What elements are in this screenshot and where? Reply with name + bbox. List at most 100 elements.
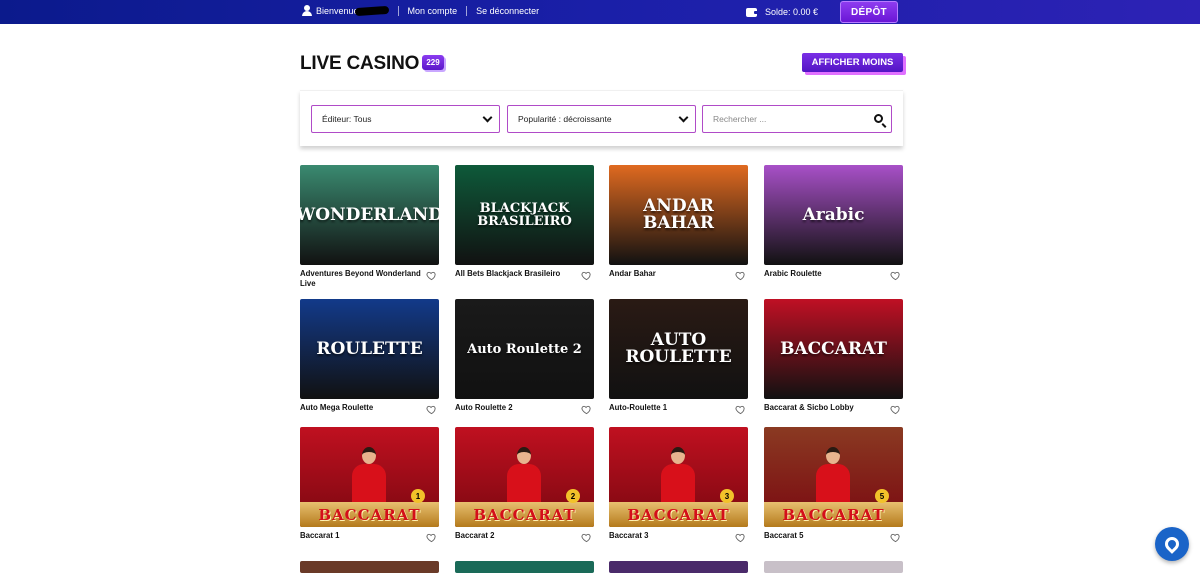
game-art-text: BLACKJACK BRASILEIRO [477, 201, 572, 229]
game-title[interactable]: Baccarat 5 [764, 531, 886, 541]
filter-panel: Éditeur: Tous Popularité : décroissante … [300, 90, 903, 146]
redacted-username [354, 5, 389, 16]
game-title[interactable]: Baccarat 2 [455, 531, 577, 541]
game-card[interactable]: Auto Roulette 2 Auto Roulette 2 [455, 299, 594, 415]
game-thumbnail[interactable]: BACCARAT 5 [764, 427, 903, 527]
game-art-text: BACCARAT [780, 338, 887, 359]
favorite-heart-icon[interactable] [426, 268, 437, 281]
editor-select[interactable]: Éditeur: Tous [311, 105, 500, 133]
game-card[interactable]: WONDERLAND Adventures Beyond Wonderland L… [300, 165, 439, 289]
favorite-heart-icon[interactable] [735, 268, 746, 281]
favorite-heart-icon[interactable] [581, 402, 592, 415]
dealer-illustration [507, 447, 541, 505]
game-card[interactable]: BACCARAT 1 Baccarat 1 [300, 427, 439, 543]
divider [466, 5, 468, 16]
game-art-text: BACCARAT [782, 505, 885, 524]
game-title[interactable]: Auto-Roulette 1 [609, 403, 731, 413]
game-card-partial[interactable] [609, 561, 748, 573]
game-thumbnail[interactable]: BLACKJACK BRASILEIRO [455, 165, 594, 265]
search-input[interactable]: Rechercher ... [702, 105, 892, 133]
game-thumbnail[interactable] [455, 561, 594, 573]
game-card[interactable]: AUTO ROULETTE Auto-Roulette 1 [609, 299, 748, 415]
game-art-text: ANDAR BAHAR [643, 196, 714, 233]
game-card-partial[interactable] [455, 561, 594, 573]
baccarat-banner: BACCARAT [300, 502, 439, 527]
game-card[interactable]: Arabic Arabic Roulette [764, 165, 903, 281]
game-card-partial[interactable] [764, 561, 903, 573]
search-placeholder: Rechercher ... [713, 114, 767, 124]
favorite-heart-icon[interactable] [890, 268, 901, 281]
greeting-text: Bienvenue [316, 5, 359, 16]
favorite-heart-icon[interactable] [890, 402, 901, 415]
editor-select-value: Éditeur: Tous [322, 114, 372, 124]
show-less-button[interactable]: AFFICHER MOINS [802, 53, 903, 72]
sort-select-value: Popularité : décroissante [518, 114, 612, 124]
game-title[interactable]: Auto Roulette 2 [455, 403, 577, 413]
chevron-down-icon [482, 112, 493, 123]
game-art-text: Arabic [802, 204, 865, 225]
game-title[interactable]: Baccarat 1 [300, 531, 422, 541]
game-thumbnail[interactable]: Arabic [764, 165, 903, 265]
account-link[interactable]: Mon compte [408, 6, 458, 16]
wallet-icon [745, 7, 758, 17]
game-card[interactable]: BLACKJACK BRASILEIRO All Bets Blackjack B… [455, 165, 594, 281]
game-card[interactable]: ROULETTE Auto Mega Roulette [300, 299, 439, 415]
chat-support-button[interactable] [1155, 527, 1189, 561]
logout-link[interactable]: Se déconnecter [476, 6, 539, 16]
favorite-heart-icon[interactable] [426, 530, 437, 543]
game-count-badge: 229 [422, 55, 444, 70]
balance-text: Solde: 0.00 € [764, 7, 818, 17]
favorite-heart-icon[interactable] [581, 268, 592, 281]
game-thumbnail[interactable] [300, 561, 439, 573]
table-number-badge: 3 [720, 489, 734, 503]
game-thumbnail[interactable]: BACCARAT [764, 299, 903, 399]
table-number-badge: 1 [411, 489, 425, 503]
game-card[interactable]: BACCARAT 5 Baccarat 5 [764, 427, 903, 543]
chat-icon [1162, 534, 1182, 554]
game-thumbnail[interactable]: ROULETTE [300, 299, 439, 399]
game-title[interactable]: Baccarat & Sicbo Lobby [764, 403, 886, 413]
game-thumbnail[interactable]: BACCARAT 2 [455, 427, 594, 527]
game-card[interactable]: BACCARAT 2 Baccarat 2 [455, 427, 594, 543]
favorite-heart-icon[interactable] [735, 402, 746, 415]
game-thumbnail[interactable]: BACCARAT 3 [609, 427, 748, 527]
game-card[interactable]: ANDAR BAHAR Andar Bahar [609, 165, 748, 281]
favorite-heart-icon[interactable] [890, 530, 901, 543]
game-title[interactable]: Arabic Roulette [764, 269, 886, 279]
game-thumbnail[interactable]: AUTO ROULETTE [609, 299, 748, 399]
game-card[interactable]: BACCARAT 3 Baccarat 3 [609, 427, 748, 543]
game-title[interactable]: Baccarat 3 [609, 531, 731, 541]
game-title[interactable]: Andar Bahar [609, 269, 731, 279]
divider [397, 5, 399, 16]
game-thumbnail[interactable] [764, 561, 903, 573]
dealer-illustration [352, 447, 386, 505]
favorite-heart-icon[interactable] [581, 530, 592, 543]
baccarat-banner: BACCARAT [764, 502, 903, 527]
table-number-badge: 2 [566, 489, 580, 503]
game-art-text: ROULETTE [316, 338, 423, 359]
game-art-text: BACCARAT [627, 505, 730, 524]
game-art-text: WONDERLAND [300, 204, 439, 225]
deposit-button[interactable]: DÉPÔT [840, 1, 898, 23]
game-card-partial[interactable] [300, 561, 439, 573]
game-thumbnail[interactable]: ANDAR BAHAR [609, 165, 748, 265]
dealer-illustration [661, 447, 695, 505]
favorite-heart-icon[interactable] [735, 530, 746, 543]
chevron-down-icon [678, 112, 689, 123]
search-icon[interactable] [874, 114, 883, 123]
game-thumbnail[interactable]: WONDERLAND [300, 165, 439, 265]
game-title[interactable]: Adventures Beyond Wonderland Live [300, 269, 422, 289]
game-thumbnail[interactable]: Auto Roulette 2 [455, 299, 594, 399]
dealer-illustration [816, 447, 850, 505]
game-card[interactable]: BACCARAT Baccarat & Sicbo Lobby [764, 299, 903, 415]
game-thumbnail[interactable] [609, 561, 748, 573]
favorite-heart-icon[interactable] [426, 402, 437, 415]
page-title: LIVE CASINO [300, 53, 420, 74]
game-title[interactable]: Auto Mega Roulette [300, 403, 422, 413]
sort-select[interactable]: Popularité : décroissante [507, 105, 696, 133]
table-number-badge: 5 [875, 489, 889, 503]
game-title[interactable]: All Bets Blackjack Brasileiro [455, 269, 577, 279]
game-thumbnail[interactable]: BACCARAT 1 [300, 427, 439, 527]
game-art-text: AUTO ROULETTE [625, 330, 732, 367]
game-art-text: BACCARAT [473, 505, 576, 524]
